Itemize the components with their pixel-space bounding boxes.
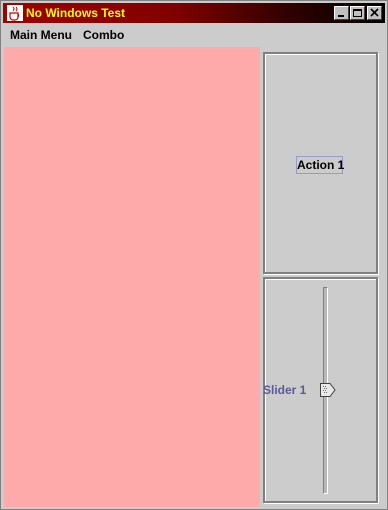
maximize-button[interactable] bbox=[350, 6, 365, 20]
drawing-canvas[interactable] bbox=[4, 47, 260, 507]
close-icon bbox=[370, 8, 379, 17]
minimize-button[interactable] bbox=[334, 6, 349, 20]
window-title: No Windows Test bbox=[26, 6, 125, 20]
action-panel: Action 1 bbox=[263, 52, 378, 274]
action-1-button[interactable]: Action 1 bbox=[296, 156, 344, 174]
minimize-icon bbox=[338, 15, 344, 17]
title-bar[interactable]: No Windows Test bbox=[3, 3, 385, 23]
menu-combo[interactable]: Combo bbox=[83, 28, 124, 42]
slider-1-thumb[interactable] bbox=[320, 383, 336, 402]
close-button[interactable] bbox=[367, 6, 382, 20]
menu-bar: Main Menu Combo bbox=[3, 25, 385, 47]
slider-1-label: Slider 1 bbox=[263, 383, 307, 397]
slider-panel: Slider 1 bbox=[263, 277, 378, 503]
maximize-icon bbox=[353, 9, 362, 17]
app-window: No Windows Test Main Menu Combo Action 1… bbox=[0, 0, 388, 510]
java-cup-icon bbox=[7, 5, 23, 21]
menu-main[interactable]: Main Menu bbox=[10, 28, 72, 42]
slider-thumb-icon bbox=[320, 383, 336, 397]
content-area: Action 1 Slider 1 bbox=[4, 47, 384, 507]
